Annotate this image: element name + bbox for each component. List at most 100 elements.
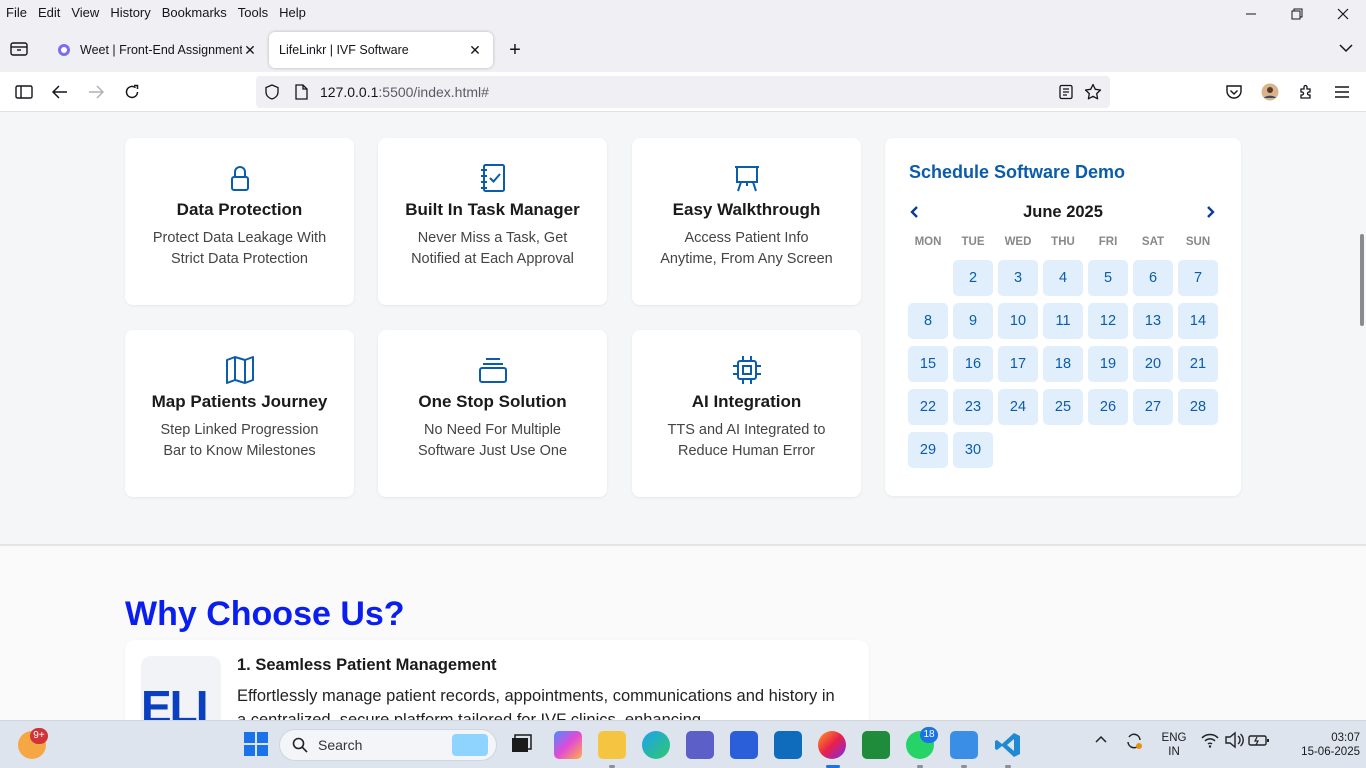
why-item-description: Effortlessly manage patient records, app… xyxy=(237,687,835,720)
calendar-day[interactable]: 5 xyxy=(1088,260,1128,296)
feature-title: Built In Task Manager xyxy=(405,200,580,219)
teams-icon[interactable] xyxy=(686,731,714,759)
menu-help[interactable]: Help xyxy=(274,5,311,20)
calendar-day[interactable]: 11 xyxy=(1043,303,1083,339)
tray-overflow-button[interactable] xyxy=(1094,731,1114,759)
calendar-day[interactable]: 3 xyxy=(998,260,1038,296)
calendar-day[interactable]: 14 xyxy=(1178,303,1218,339)
calendar-day[interactable]: 20 xyxy=(1133,346,1173,382)
calendar-day[interactable]: 13 xyxy=(1133,303,1173,339)
task-view-icon[interactable] xyxy=(508,731,536,759)
file-explorer-icon[interactable] xyxy=(598,731,626,759)
calendar-day[interactable]: 15 xyxy=(908,346,948,382)
feature-description: Step Linked Progression Bar to Know Miles… xyxy=(160,422,319,459)
firefox-icon[interactable] xyxy=(818,731,846,759)
star-icon[interactable] xyxy=(1084,83,1102,101)
feature-title: Map Patients Journey xyxy=(151,392,328,411)
calendar-day[interactable]: 24 xyxy=(998,389,1038,425)
next-month-button[interactable] xyxy=(1204,202,1218,224)
page-scrollbar[interactable] xyxy=(1360,234,1364,326)
calendar-day[interactable]: 10 xyxy=(998,303,1038,339)
tab-close-icon[interactable]: ✕ xyxy=(467,42,483,59)
edge-icon[interactable] xyxy=(642,731,670,759)
cpu-chip-icon xyxy=(733,356,761,384)
calendar-day[interactable]: 9 xyxy=(953,303,993,339)
calendar-day[interactable]: 7 xyxy=(1178,260,1218,296)
menu-edit[interactable]: Edit xyxy=(33,5,65,20)
copilot-icon[interactable] xyxy=(554,731,582,759)
calendar-day[interactable]: 17 xyxy=(998,346,1038,382)
reload-button[interactable] xyxy=(122,82,142,102)
calendar-day[interactable]: 6 xyxy=(1133,260,1173,296)
calendar-day[interactable]: 19 xyxy=(1088,346,1128,382)
calendar-day[interactable]: 30 xyxy=(953,432,993,468)
weekday-label: THU xyxy=(1051,236,1075,248)
taskbar-search[interactable]: Search xyxy=(279,729,497,761)
pocket-button[interactable] xyxy=(1224,82,1244,102)
wifi-icon[interactable] xyxy=(1200,731,1222,759)
store-icon[interactable] xyxy=(730,731,758,759)
calendar-day[interactable]: 18 xyxy=(1043,346,1083,382)
new-tab-button[interactable]: + xyxy=(504,40,526,60)
calendar-day[interactable]: 29 xyxy=(908,432,948,468)
volume-icon[interactable] xyxy=(1224,731,1246,759)
url-host: 127.0.0.1 xyxy=(320,84,379,100)
menu-tools[interactable]: Tools xyxy=(233,5,273,20)
calendar-day[interactable]: 21 xyxy=(1178,346,1218,382)
tab-weet[interactable]: Weet | Front-End Assignment - ✕ xyxy=(46,32,268,68)
calendar-day[interactable]: 2 xyxy=(953,260,993,296)
account-button[interactable] xyxy=(1260,82,1280,102)
menu-file[interactable]: File xyxy=(1,5,32,20)
extensions-button[interactable] xyxy=(1296,82,1316,102)
chevron-down-icon[interactable] xyxy=(1338,42,1354,54)
calendar-day[interactable]: 27 xyxy=(1133,389,1173,425)
whatsapp-badge: 18 xyxy=(920,727,938,743)
shield-icon[interactable] xyxy=(264,84,280,100)
navigation-bar: 127.0.0.1:5500/index.html# xyxy=(0,72,1366,112)
clock[interactable]: 03:07 15-06-2025 xyxy=(1276,731,1360,759)
reader-view-icon[interactable] xyxy=(1058,84,1074,100)
address-bar[interactable]: 127.0.0.1:5500/index.html# xyxy=(256,76,1110,108)
menu-bookmarks[interactable]: Bookmarks xyxy=(157,5,232,20)
forward-button[interactable] xyxy=(86,82,106,102)
calendar-day[interactable]: 25 xyxy=(1043,389,1083,425)
menu-history[interactable]: History xyxy=(105,5,155,20)
stocks-app-icon[interactable] xyxy=(862,731,890,759)
map-icon xyxy=(226,356,254,384)
vscode-icon[interactable] xyxy=(994,731,1022,759)
battery-icon[interactable] xyxy=(1248,731,1272,759)
back-button[interactable] xyxy=(50,82,70,102)
menu-bar: File Edit View History Bookmarks Tools H… xyxy=(0,0,1366,24)
feature-title: Easy Walkthrough xyxy=(672,200,821,219)
sidebar-icon xyxy=(15,85,33,99)
calendar-day[interactable]: 4 xyxy=(1043,260,1083,296)
tab-lifelinkr[interactable]: LifeLinkr | IVF Software ✕ xyxy=(269,32,493,68)
sync-icon[interactable] xyxy=(1124,731,1146,759)
calendar-day[interactable]: 16 xyxy=(953,346,993,382)
search-icon xyxy=(292,737,308,753)
page-viewport[interactable]: Data Protection Protect Data Leakage Wit… xyxy=(0,112,1366,720)
chevron-right-icon xyxy=(1207,206,1215,218)
start-button[interactable] xyxy=(243,731,271,759)
puzzle-icon xyxy=(1300,84,1311,99)
tab-close-icon[interactable]: ✕ xyxy=(242,42,258,59)
calendar-day[interactable]: 28 xyxy=(1178,389,1218,425)
weekday-label: TUE xyxy=(961,236,985,248)
outlook-icon[interactable] xyxy=(774,731,802,759)
menu-view[interactable]: View xyxy=(66,5,104,20)
arrow-left-icon xyxy=(52,85,67,99)
feature-description: No Need For Multiple Software Just Use On… xyxy=(417,422,568,459)
page-info-icon[interactable] xyxy=(294,84,308,100)
sidebar-toggle-button[interactable] xyxy=(14,82,34,102)
calendar-day[interactable]: 12 xyxy=(1088,303,1128,339)
language-indicator[interactable]: ENG IN xyxy=(1158,731,1190,759)
calendar-day[interactable]: 23 xyxy=(953,389,993,425)
app-menu-button[interactable] xyxy=(1332,82,1352,102)
url-text[interactable]: 127.0.0.1:5500/index.html# xyxy=(320,84,489,100)
photos-icon[interactable] xyxy=(950,731,978,759)
firefox-view-icon[interactable] xyxy=(10,41,28,57)
calendar-day[interactable]: 22 xyxy=(908,389,948,425)
calendar-day[interactable]: 8 xyxy=(908,303,948,339)
restore-icon xyxy=(1291,8,1303,20)
calendar-day[interactable]: 26 xyxy=(1088,389,1128,425)
